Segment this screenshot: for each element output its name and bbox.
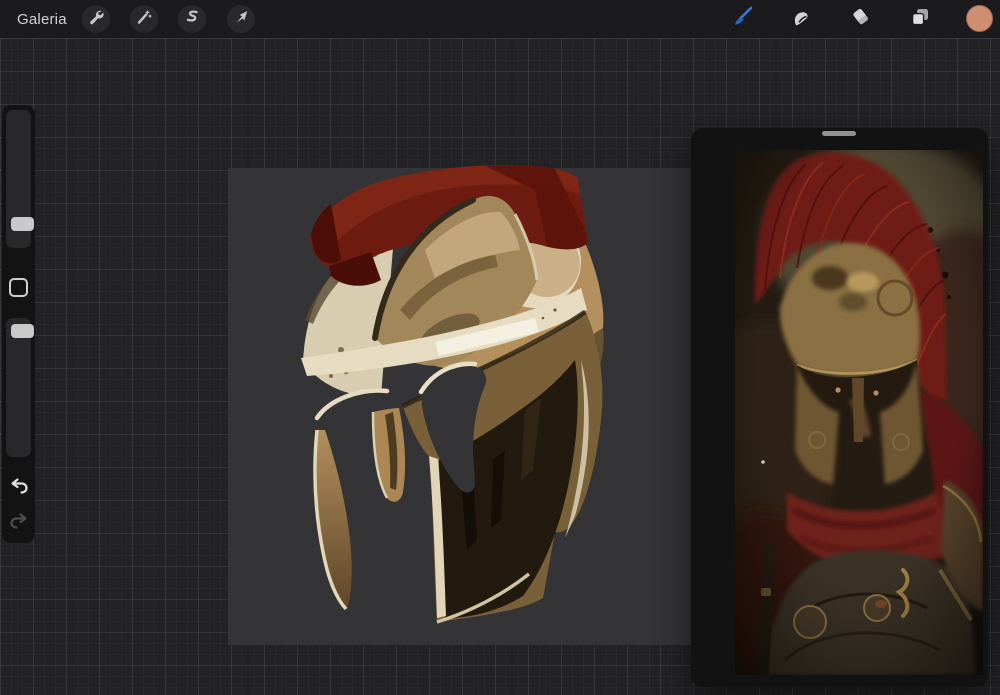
redo-button[interactable] (7, 511, 31, 535)
opacity-slider[interactable] (6, 318, 34, 457)
layers-icon (908, 5, 932, 34)
arrow-cursor-icon (232, 8, 250, 31)
gallery-button[interactable]: Galeria (17, 0, 67, 38)
smudge-tool-button[interactable] (787, 5, 815, 33)
modify-button[interactable] (9, 278, 28, 297)
brush-size-handle[interactable] (11, 217, 34, 231)
selection-button[interactable] (178, 5, 206, 33)
layers-button[interactable] (906, 5, 934, 33)
procreate-app-window: Galeria (0, 0, 1000, 695)
adjustments-button[interactable] (130, 5, 158, 33)
workspace-background (0, 38, 1000, 695)
reference-drag-handle[interactable] (822, 131, 856, 136)
reference-image[interactable] (735, 150, 983, 675)
redo-arrow-icon (8, 510, 30, 537)
undo-arrow-icon (8, 475, 30, 502)
wrench-icon (87, 8, 105, 31)
transform-button[interactable] (227, 5, 255, 33)
undo-button[interactable] (7, 476, 31, 500)
actions-button[interactable] (82, 5, 110, 33)
top-toolbar: Galeria (0, 0, 1000, 38)
magic-wand-icon (135, 8, 153, 31)
paint-tool-button[interactable] (727, 5, 755, 33)
reference-panel (691, 128, 988, 687)
brush-icon (728, 4, 754, 35)
smudge-finger-icon (789, 5, 813, 34)
color-swatch[interactable] (966, 5, 993, 32)
s-curve-icon (183, 8, 201, 31)
spartan-helmet-artwork (301, 164, 604, 624)
erase-tool-button[interactable] (847, 5, 875, 33)
eraser-icon (849, 5, 873, 34)
brush-sidebar (2, 105, 35, 543)
opacity-handle[interactable] (11, 324, 34, 338)
brush-size-slider[interactable] (6, 110, 34, 248)
